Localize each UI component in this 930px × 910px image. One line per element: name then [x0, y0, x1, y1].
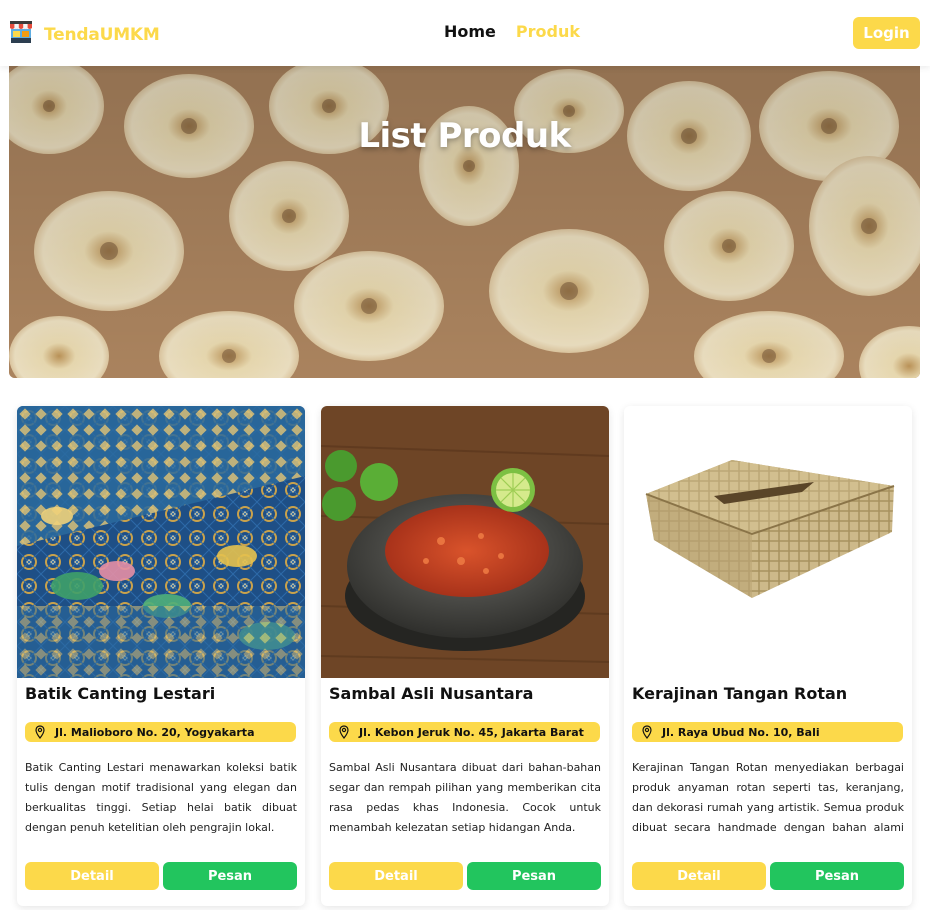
product-card-sambal: Sambal Asli Nusantara Jl. Kebon Jeruk No… — [321, 406, 609, 906]
location-text: Jl. Raya Ubud No. 10, Bali — [662, 725, 820, 739]
sambal-product-image[interactable] — [321, 406, 609, 678]
hero-title: List Produk — [358, 116, 571, 156]
location-badge: Jl. Kebon Jeruk No. 45, Jakarta Barat — [329, 722, 600, 742]
map-pin-icon — [642, 725, 652, 739]
login-button[interactable]: Login — [853, 17, 920, 49]
location-badge: Jl. Raya Ubud No. 10, Bali — [632, 722, 903, 742]
detail-button[interactable]: Detail — [632, 862, 766, 890]
product-title: Sambal Asli Nusantara — [329, 684, 534, 703]
product-description: Sambal Asli Nusantara dibuat dari bahan-… — [329, 761, 601, 834]
product-title: Batik Canting Lestari — [25, 684, 216, 703]
order-button[interactable]: Pesan — [770, 862, 904, 890]
detail-button[interactable]: Detail — [25, 862, 159, 890]
brand[interactable]: TendaUMKM — [8, 19, 160, 50]
order-button[interactable]: Pesan — [467, 862, 601, 890]
order-button[interactable]: Pesan — [163, 862, 297, 890]
detail-button[interactable]: Detail — [329, 862, 463, 890]
rattan-product-image[interactable] — [624, 406, 912, 678]
market-stall-icon — [8, 19, 34, 50]
product-card-batik: Batik Canting Lestari Jl. Malioboro No. … — [17, 406, 305, 906]
product-description: Batik Canting Lestari menawarkan koleksi… — [25, 761, 297, 834]
product-description: Kerajinan Tangan Rotan menyediakan berba… — [632, 761, 904, 834]
map-pin-icon — [35, 725, 45, 739]
nav-home-link[interactable]: Home — [444, 22, 496, 41]
location-badge: Jl. Malioboro No. 20, Yogyakarta — [25, 722, 296, 742]
nav-produk-link[interactable]: Produk — [516, 22, 580, 41]
banana-chips-hero-image — [9, 66, 920, 378]
location-text: Jl. Kebon Jeruk No. 45, Jakarta Barat — [359, 725, 584, 739]
product-title: Kerajinan Tangan Rotan — [632, 684, 848, 703]
nav-links: Home Produk — [444, 22, 580, 41]
navbar: TendaUMKM Home Produk Login — [0, 0, 930, 66]
product-card-rotan: Kerajinan Tangan Rotan Jl. Raya Ubud No.… — [624, 406, 912, 906]
hero-banner: List Produk — [9, 66, 920, 378]
batik-product-image[interactable] — [17, 406, 305, 678]
brand-name: TendaUMKM — [44, 24, 160, 45]
map-pin-icon — [339, 725, 349, 739]
location-text: Jl. Malioboro No. 20, Yogyakarta — [55, 725, 255, 739]
